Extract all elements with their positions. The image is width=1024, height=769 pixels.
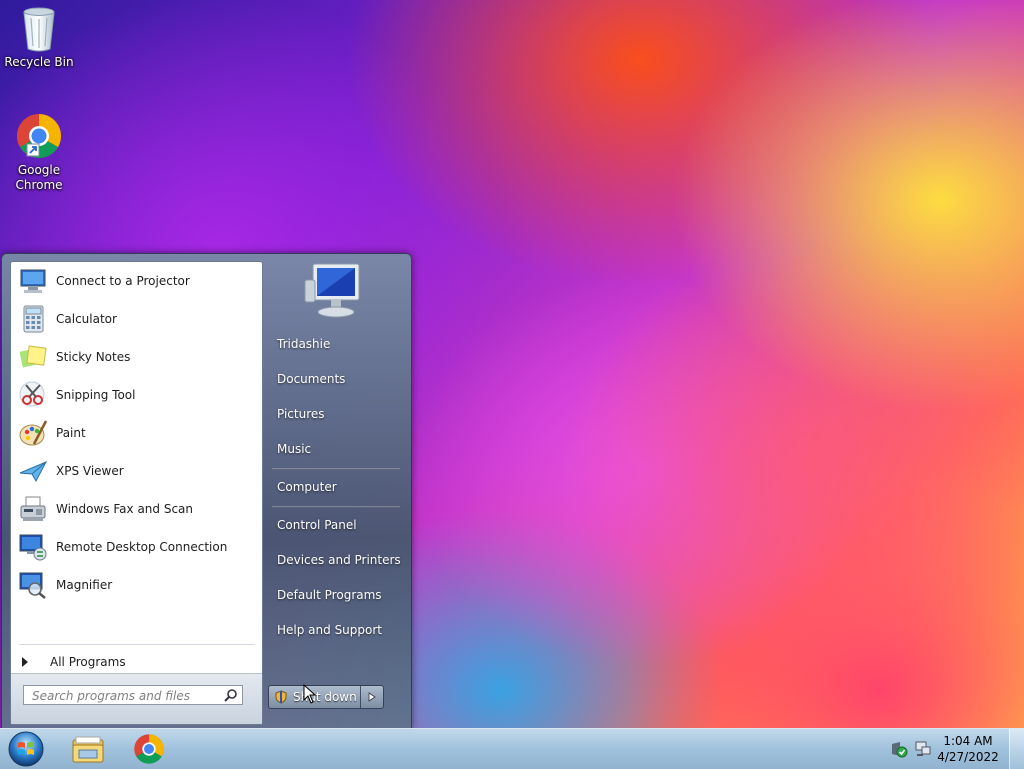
scissors-icon — [16, 379, 50, 411]
search-input[interactable]: Search programs and files — [23, 685, 243, 705]
show-desktop-button[interactable] — [1009, 729, 1024, 769]
clock-time: 1:04 AM — [943, 734, 993, 748]
right-separator — [272, 506, 400, 508]
program-label: Sticky Notes — [56, 350, 131, 364]
windows-explorer-icon — [72, 736, 104, 763]
program-paint[interactable]: Paint — [13, 415, 259, 451]
calculator-icon — [16, 303, 50, 335]
program-label: Calculator — [56, 312, 117, 326]
program-label: Windows Fax and Scan — [56, 502, 194, 516]
right-item-control-panel[interactable]: Control Panel — [268, 511, 402, 539]
windows-start-button[interactable] — [6, 730, 46, 768]
right-item-music[interactable]: Music — [268, 435, 402, 463]
right-item-documents[interactable]: Documents — [268, 365, 402, 393]
start-menu-programs-pane: Connect to a Projector Calculator Sticky… — [10, 261, 263, 725]
program-remote-desktop-connection[interactable]: Remote Desktop Connection — [13, 529, 259, 565]
taskbar: 1:04 AM 4/27/2022 — [0, 728, 1024, 769]
sticky-notes-icon — [16, 341, 50, 373]
program-label: Remote Desktop Connection — [56, 540, 228, 554]
right-item-devices-and-printers[interactable]: Devices and Printers — [268, 546, 402, 574]
program-xps-viewer[interactable]: XPS Viewer — [13, 453, 259, 489]
triangle-right-icon — [22, 657, 28, 667]
taskbar-windows-explorer[interactable] — [60, 730, 116, 768]
program-sticky-notes[interactable]: Sticky Notes — [13, 339, 259, 375]
program-calculator[interactable]: Calculator — [13, 301, 259, 337]
network-icon[interactable] — [914, 740, 932, 758]
program-snipping-tool[interactable]: Snipping Tool — [13, 377, 259, 413]
paint-palette-icon — [16, 417, 50, 449]
programs-separator — [19, 644, 255, 645]
magnifier-icon — [16, 569, 50, 601]
fax-icon — [16, 493, 50, 525]
xps-viewer-icon — [16, 455, 50, 487]
desktop-icon-label-line1: Google — [17, 163, 61, 177]
program-magnifier[interactable]: Magnifier — [13, 567, 259, 603]
program-connect-to-projector[interactable]: Connect to a Projector — [13, 263, 259, 299]
program-label: XPS Viewer — [56, 464, 124, 478]
triangle-right-icon — [368, 692, 376, 702]
search-placeholder: Search programs and files — [32, 689, 190, 703]
user-picture-icon[interactable] — [301, 258, 371, 322]
right-item-computer[interactable]: Computer — [268, 473, 402, 501]
program-label: Paint — [56, 426, 86, 440]
shutdown-group: Shut down — [268, 685, 384, 709]
right-separator — [272, 468, 400, 470]
recycle-bin-icon — [23, 7, 55, 52]
search-icon[interactable] — [224, 688, 238, 702]
search-area: Search programs and files — [11, 673, 262, 724]
program-windows-fax-and-scan[interactable]: Windows Fax and Scan — [13, 491, 259, 527]
system-tray — [890, 729, 932, 769]
remote-desktop-icon — [16, 531, 50, 563]
all-programs-button[interactable]: All Programs — [11, 650, 259, 674]
right-item-pictures[interactable]: Pictures — [268, 400, 402, 428]
projector-icon — [16, 265, 50, 297]
program-label: Snipping Tool — [56, 388, 136, 402]
start-menu: Connect to a Projector Calculator Sticky… — [1, 253, 412, 729]
clock[interactable]: 1:04 AM 4/27/2022 — [936, 733, 1000, 765]
all-programs-label: All Programs — [50, 655, 126, 669]
right-item-tridashie[interactable]: Tridashie — [268, 330, 402, 358]
action-center-icon[interactable] — [890, 740, 908, 758]
desktop-icon-label: Recycle Bin — [4, 55, 74, 69]
desktop-icon-recycle-bin[interactable]: Recycle Bin — [2, 6, 76, 70]
taskbar-google-chrome[interactable] — [121, 730, 177, 768]
right-item-default-programs[interactable]: Default Programs — [268, 581, 402, 609]
desktop-icon-label-line2: Chrome — [15, 178, 63, 192]
mouse-cursor-icon — [303, 684, 317, 704]
desktop-icon-google-chrome[interactable]: Google Chrome — [2, 112, 76, 193]
chrome-icon — [17, 114, 61, 158]
shutdown-options-button[interactable] — [361, 686, 383, 708]
right-item-help-and-support[interactable]: Help and Support — [268, 616, 402, 644]
program-label: Connect to a Projector — [56, 274, 190, 288]
clock-date: 4/27/2022 — [937, 750, 999, 764]
program-label: Magnifier — [56, 578, 113, 592]
uac-shield-icon — [275, 690, 287, 704]
chrome-icon — [134, 734, 164, 764]
